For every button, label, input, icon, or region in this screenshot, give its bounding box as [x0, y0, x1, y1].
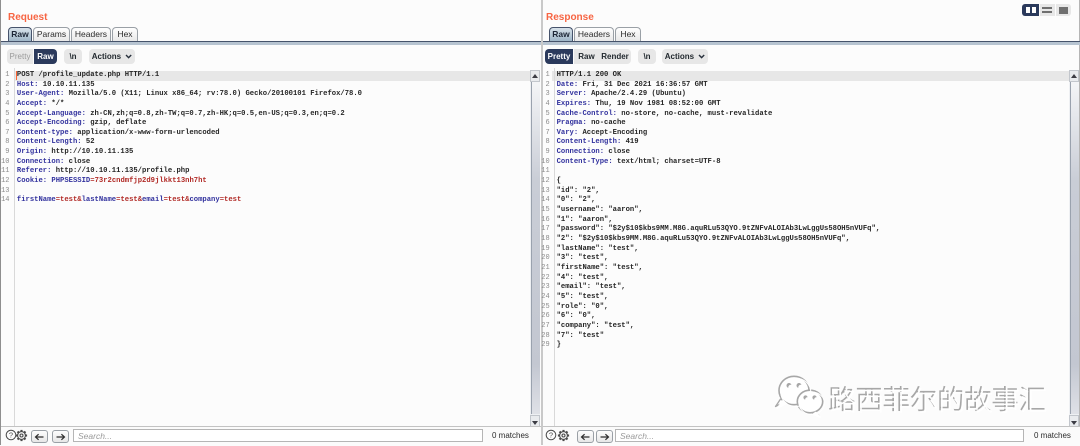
svg-text:?: ?	[549, 431, 553, 440]
svg-text:?: ?	[9, 431, 13, 440]
